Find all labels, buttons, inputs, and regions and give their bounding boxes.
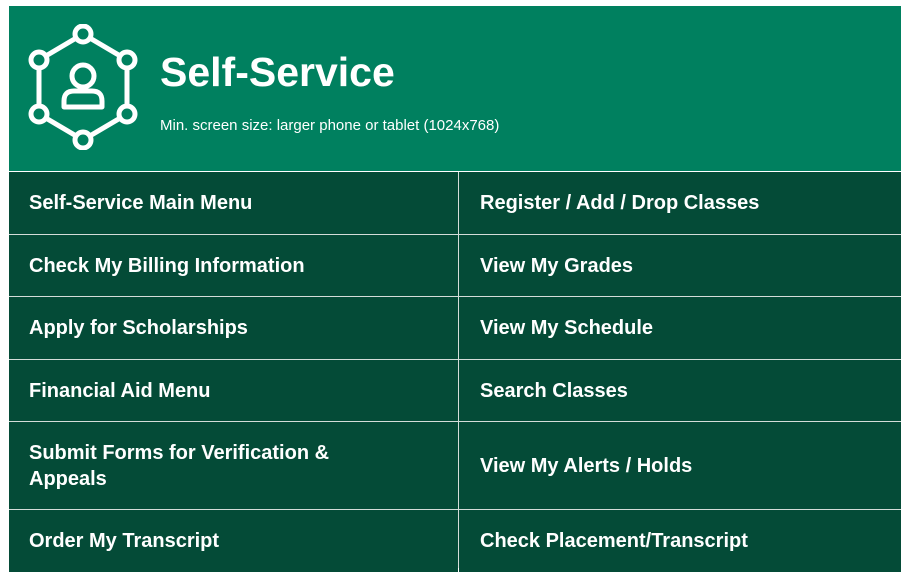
- menu-item-check-billing-information[interactable]: Check My Billing Information: [9, 235, 458, 296]
- menu-item-view-schedule[interactable]: View My Schedule: [459, 297, 901, 359]
- menu-item-apply-for-scholarships[interactable]: Apply for Scholarships: [9, 297, 458, 359]
- user-network-icon: [28, 24, 138, 150]
- page-title: Self-Service: [160, 49, 395, 95]
- menu-item-register-add-drop-classes[interactable]: Register / Add / Drop Classes: [459, 172, 901, 234]
- menu-item-view-alerts-holds[interactable]: View My Alerts / Holds: [459, 422, 901, 509]
- menu-item-submit-forms-verification-appeals[interactable]: Submit Forms for Verification & Appeals: [9, 422, 458, 509]
- menu-item-search-classes[interactable]: Search Classes: [459, 360, 901, 421]
- menu-item-check-placement-transcript[interactable]: Check Placement/Transcript: [459, 510, 901, 572]
- menu-item-financial-aid-menu[interactable]: Financial Aid Menu: [9, 360, 458, 421]
- menu-item-order-transcript[interactable]: Order My Transcript: [9, 510, 458, 572]
- menu-item-self-service-main-menu[interactable]: Self-Service Main Menu: [9, 172, 458, 234]
- self-service-panel: Self-Service Min. screen size: larger ph…: [9, 6, 901, 572]
- self-service-header: Self-Service Min. screen size: larger ph…: [9, 6, 901, 171]
- self-service-menu: Self-Service Main Menu Register / Add / …: [9, 172, 901, 572]
- screen-size-note: Min. screen size: larger phone or tablet…: [160, 117, 500, 134]
- menu-item-view-grades[interactable]: View My Grades: [459, 235, 901, 296]
